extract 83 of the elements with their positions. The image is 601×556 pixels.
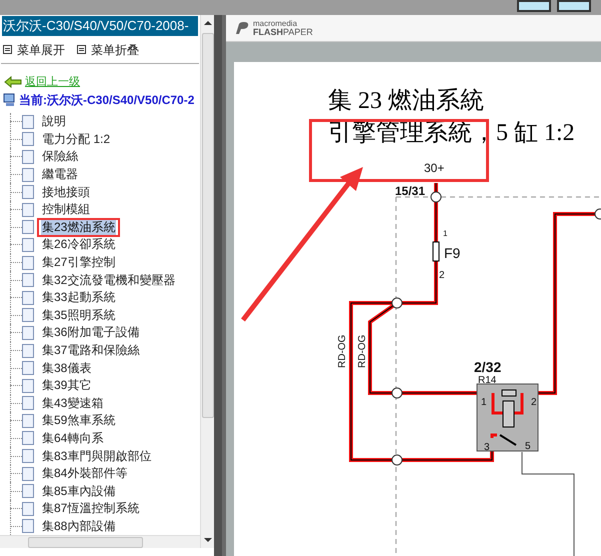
diagram-label: RD-OG [357, 334, 368, 368]
diagram-label: F9 [444, 245, 460, 261]
document-icon [22, 378, 34, 393]
document-icon [22, 185, 34, 200]
document-icon [22, 326, 34, 340]
tree-item[interactable]: 集37電路和保險絲 [41, 343, 140, 358]
logo-icon [234, 21, 250, 35]
tree-item[interactable]: 集83車門與開啟部位 [41, 448, 152, 464]
document-icon [22, 344, 34, 358]
document-icon [22, 519, 34, 534]
scrollbar-thumb[interactable] [202, 33, 214, 418]
tree-item[interactable]: 保險絲 [41, 149, 79, 164]
diagram-label: R14 [478, 375, 496, 386]
tree-item[interactable]: 集32交流發電機和變壓器 [41, 272, 176, 288]
tree-item[interactable]: 集35照明系統 [41, 308, 116, 323]
document-icon [22, 308, 34, 322]
back-arrow-icon [4, 76, 22, 88]
tree-item[interactable]: 說明 [41, 114, 67, 130]
diagram-label: 2 [531, 397, 537, 408]
tree-item[interactable]: 繼電器 [41, 167, 79, 182]
document-icon [22, 431, 34, 446]
diagram-label: RD-OG [337, 334, 348, 368]
brand-product: FLASHPAPER [253, 28, 313, 36]
menu-toggle-button[interactable]: 菜单折叠 [77, 40, 139, 58]
scrollbar-thumb[interactable] [28, 536, 143, 548]
tree-item[interactable]: 集59煞車系統 [41, 413, 116, 428]
tree-item[interactable]: 接地接頭 [41, 184, 91, 200]
document-icon [22, 396, 34, 410]
document-icon [22, 202, 34, 217]
document-icon [22, 414, 34, 428]
vertical-scrollbar[interactable] [200, 15, 214, 548]
menu-toggle-button[interactable]: 菜单展开 [3, 40, 65, 58]
tree-item[interactable]: 電力分配 1:2 [41, 132, 112, 147]
tree-item[interactable]: 集84外裝部件等 [41, 466, 128, 482]
document-icon [22, 238, 34, 252]
tree-item[interactable]: 集23燃油系統 [41, 220, 116, 235]
junction-node [392, 298, 402, 308]
document-icon [22, 290, 34, 305]
junction-node [392, 388, 402, 398]
current-path: 当前:沃尔沃-C30/S40/V50/C70-2 [19, 92, 194, 109]
document-icon [22, 449, 34, 464]
computer-icon [3, 93, 16, 107]
diagram-label: 3 [484, 442, 490, 453]
tree-item[interactable]: 集43變速箱 [41, 396, 104, 411]
document-icon [22, 220, 34, 234]
tree-item[interactable]: 控制模組 [41, 202, 91, 218]
tree-item[interactable]: 集26冷卻系統 [41, 237, 116, 252]
horizontal-scrollbar[interactable] [0, 535, 200, 548]
document-icon [22, 361, 34, 376]
tree-item[interactable]: 集85車內設備 [41, 484, 116, 499]
diagram-label: 2 [439, 270, 445, 281]
tree-item[interactable]: 集33起動系統 [41, 290, 116, 306]
document-icon [22, 502, 34, 516]
diagram-label: 1 [481, 397, 487, 408]
tree-item[interactable]: 集88內部設備 [41, 518, 116, 534]
diagram-label: 5 [525, 441, 531, 452]
window-icon[interactable] [517, 0, 551, 12]
junction-node [430, 192, 442, 202]
tree-item[interactable]: 集36附加電子設備 [41, 325, 140, 340]
document-icon [22, 114, 34, 129]
diagram-label: 1 [443, 229, 448, 238]
fuse-symbol [432, 242, 440, 262]
window-icon[interactable] [557, 0, 591, 12]
diagram-label: 2/32 [474, 359, 502, 375]
document-icon [22, 256, 34, 270]
document-icon [22, 484, 34, 498]
document-icon [22, 132, 34, 146]
document-icon [22, 466, 34, 481]
tree-item[interactable]: 集39其它 [41, 378, 92, 394]
tree-item[interactable]: 集27引擎控制 [41, 255, 116, 270]
sidebar-title: 沃尔沃-C30/S40/V50/C70-2008- [2, 16, 198, 36]
diagram-label: 15/31 [395, 184, 426, 198]
relay-drawing [476, 384, 538, 452]
junction-node [392, 454, 402, 466]
diagram-label: 30+ [424, 161, 444, 175]
tree-item[interactable]: 集87恆溫控制系統 [41, 501, 140, 516]
tree-item[interactable]: 集64轉向系 [41, 430, 104, 446]
document-icon [22, 150, 34, 164]
document-icon [22, 273, 34, 288]
tree-item[interactable]: 集38儀表 [41, 360, 92, 376]
document-heading: 集 23 燃油系統 [328, 87, 484, 116]
document-icon [22, 168, 34, 182]
brand-name: macromedia [253, 20, 298, 28]
